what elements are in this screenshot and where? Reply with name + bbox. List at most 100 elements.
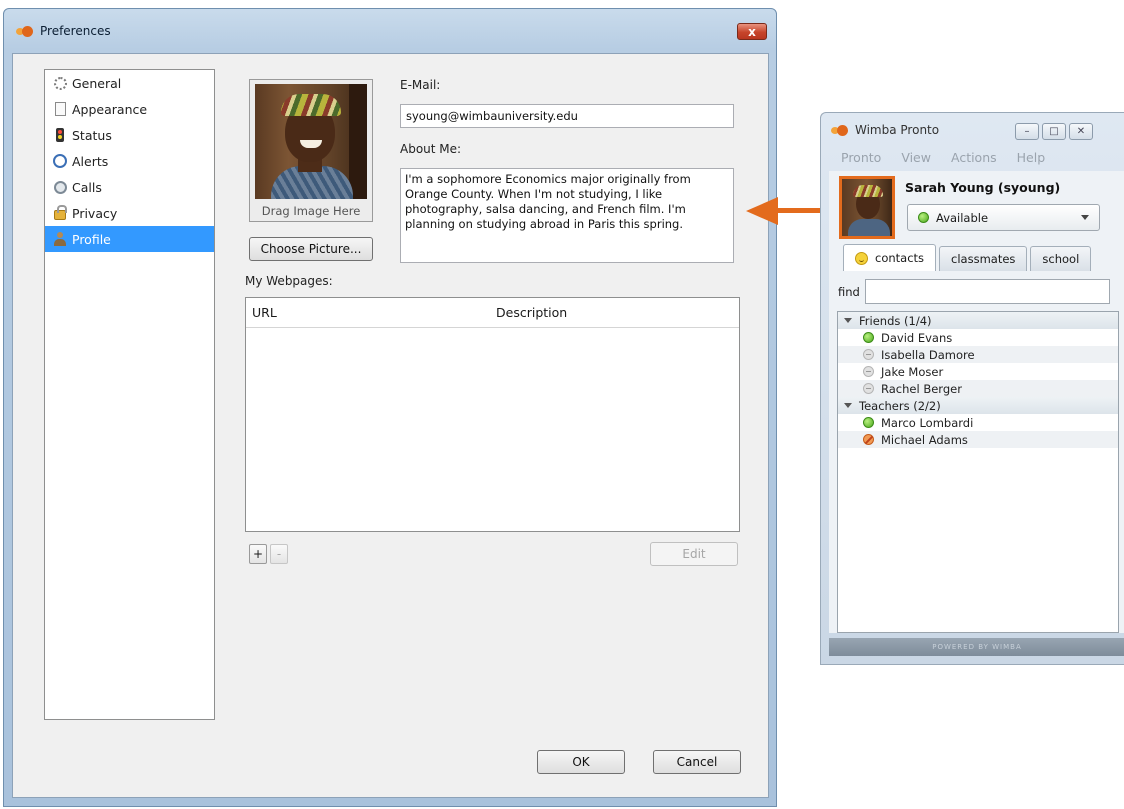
contact-item[interactable]: David Evans — [838, 329, 1118, 346]
preferences-window: Preferences x General Appearance Status … — [3, 8, 777, 807]
status-online-icon — [863, 417, 874, 428]
window-title: Preferences — [40, 24, 111, 38]
avatar[interactable] — [839, 176, 895, 239]
about-me-label: About Me: — [400, 142, 462, 156]
contact-name: Rachel Berger — [881, 381, 962, 396]
webpages-table[interactable]: URL Description — [245, 297, 740, 532]
group-teachers[interactable]: Teachers (2/2) — [838, 397, 1118, 414]
choose-picture-button[interactable]: Choose Picture... — [249, 237, 373, 261]
window-title: Wimba Pronto — [855, 123, 940, 137]
maximize-icon[interactable]: □ — [1042, 123, 1066, 140]
column-header-description[interactable]: Description — [496, 305, 739, 320]
preferences-nav: General Appearance Status Alerts Calls P… — [44, 69, 215, 720]
tab-contacts[interactable]: contacts — [843, 244, 937, 271]
nav-item-status[interactable]: Status — [45, 122, 214, 148]
tab-label: classmates — [951, 252, 1016, 266]
chevron-down-icon — [844, 318, 852, 323]
nav-item-label: Privacy — [72, 205, 118, 221]
callout-arrow-icon — [746, 197, 778, 225]
group-label: Teachers (2/2) — [859, 398, 941, 413]
contact-name: Jake Moser — [881, 364, 944, 379]
email-label: E-Mail: — [400, 78, 441, 92]
nav-item-appearance[interactable]: Appearance — [45, 96, 214, 122]
window-controls: – □ ✕ — [1015, 123, 1096, 140]
minimize-icon[interactable]: – — [1015, 123, 1039, 140]
group-friends[interactable]: Friends (1/4) — [838, 312, 1118, 329]
status-online-icon — [918, 212, 929, 223]
remove-webpage-button[interactable]: - — [270, 544, 288, 564]
edit-webpage-button[interactable]: Edit — [650, 542, 738, 566]
ok-button[interactable]: OK — [537, 750, 625, 774]
tab-label: contacts — [875, 251, 925, 265]
person-icon — [54, 232, 66, 246]
tab-school[interactable]: school — [1030, 246, 1092, 271]
column-header-url[interactable]: URL — [246, 305, 496, 320]
find-row: find — [838, 279, 1110, 304]
contact-name: Marco Lombardi — [881, 415, 974, 430]
close-icon[interactable]: x — [737, 23, 767, 40]
menu-actions[interactable]: Actions — [951, 150, 997, 165]
lock-icon — [54, 205, 67, 220]
contact-item[interactable]: Isabella Damore — [838, 346, 1118, 363]
powered-by-footer: POWERED BY WIMBA — [829, 638, 1124, 656]
preferences-content: General Appearance Status Alerts Calls P… — [12, 53, 769, 798]
alert-icon — [53, 154, 67, 168]
contact-item[interactable]: Jake Moser — [838, 363, 1118, 380]
status-value: Available — [936, 210, 989, 225]
email-field[interactable]: syoung@wimbauniversity.edu — [400, 104, 734, 128]
tab-classmates[interactable]: classmates — [939, 246, 1028, 271]
nav-item-profile[interactable]: Profile — [45, 226, 214, 252]
find-input[interactable] — [864, 279, 1110, 304]
pronto-tabs: contacts classmates school — [843, 244, 1094, 271]
pronto-window: Wimba Pronto – □ ✕ Pronto View Actions H… — [820, 112, 1124, 665]
nav-item-label: Profile — [72, 231, 111, 247]
status-dropdown[interactable]: Available — [907, 204, 1100, 231]
status-offline-icon — [863, 366, 874, 377]
preferences-titlebar: Preferences — [4, 9, 776, 53]
page-icon — [54, 102, 66, 116]
menu-help[interactable]: Help — [1017, 150, 1046, 165]
pronto-menubar: Pronto View Actions Help — [841, 150, 1065, 165]
menu-view[interactable]: View — [901, 150, 931, 165]
profile-photo — [255, 84, 367, 199]
my-webpages-label: My Webpages: — [245, 274, 333, 288]
tab-label: school — [1042, 252, 1080, 266]
gear-icon — [53, 76, 67, 90]
group-label: Friends (1/4) — [859, 313, 932, 328]
contact-name: Isabella Damore — [881, 347, 975, 362]
profile-photo-dropzone[interactable]: Drag Image Here — [249, 79, 373, 222]
nav-item-label: Alerts — [72, 153, 109, 169]
nav-item-label: General — [72, 75, 122, 91]
pronto-titlebar: Wimba Pronto — [831, 123, 939, 137]
nav-item-general[interactable]: General — [45, 70, 214, 96]
menu-pronto[interactable]: Pronto — [841, 150, 881, 165]
app-logo-icon — [16, 25, 34, 37]
about-me-field[interactable]: I'm a sophomore Economics major original… — [400, 168, 734, 263]
add-webpage-button[interactable]: + — [249, 544, 267, 564]
nav-item-privacy[interactable]: Privacy — [45, 200, 214, 226]
user-display-name: Sarah Young (syoung) — [905, 180, 1061, 195]
chevron-down-icon — [844, 403, 852, 408]
status-online-icon — [863, 332, 874, 343]
nav-item-alerts[interactable]: Alerts — [45, 148, 214, 174]
contact-list: Friends (1/4) David Evans Isabella Damor… — [837, 311, 1119, 633]
nav-item-label: Calls — [72, 179, 102, 195]
app-logo-icon — [831, 124, 849, 136]
close-icon[interactable]: ✕ — [1069, 123, 1093, 140]
status-offline-icon — [863, 349, 874, 360]
status-busy-icon — [863, 434, 874, 445]
cancel-button[interactable]: Cancel — [653, 750, 741, 774]
nav-item-label: Status — [72, 127, 112, 143]
contact-item[interactable]: Rachel Berger — [838, 380, 1118, 397]
status-offline-icon — [863, 383, 874, 394]
contact-name: David Evans — [881, 330, 953, 345]
contact-name: Michael Adams — [881, 432, 968, 447]
phone-icon — [53, 180, 67, 194]
nav-item-calls[interactable]: Calls — [45, 174, 214, 200]
contact-item[interactable]: Michael Adams — [838, 431, 1118, 448]
pronto-body: Sarah Young (syoung) Available contacts … — [829, 171, 1124, 633]
contact-item[interactable]: Marco Lombardi — [838, 414, 1118, 431]
webpages-table-header: URL Description — [246, 298, 739, 328]
smiley-icon — [855, 251, 868, 265]
nav-item-label: Appearance — [72, 101, 148, 117]
